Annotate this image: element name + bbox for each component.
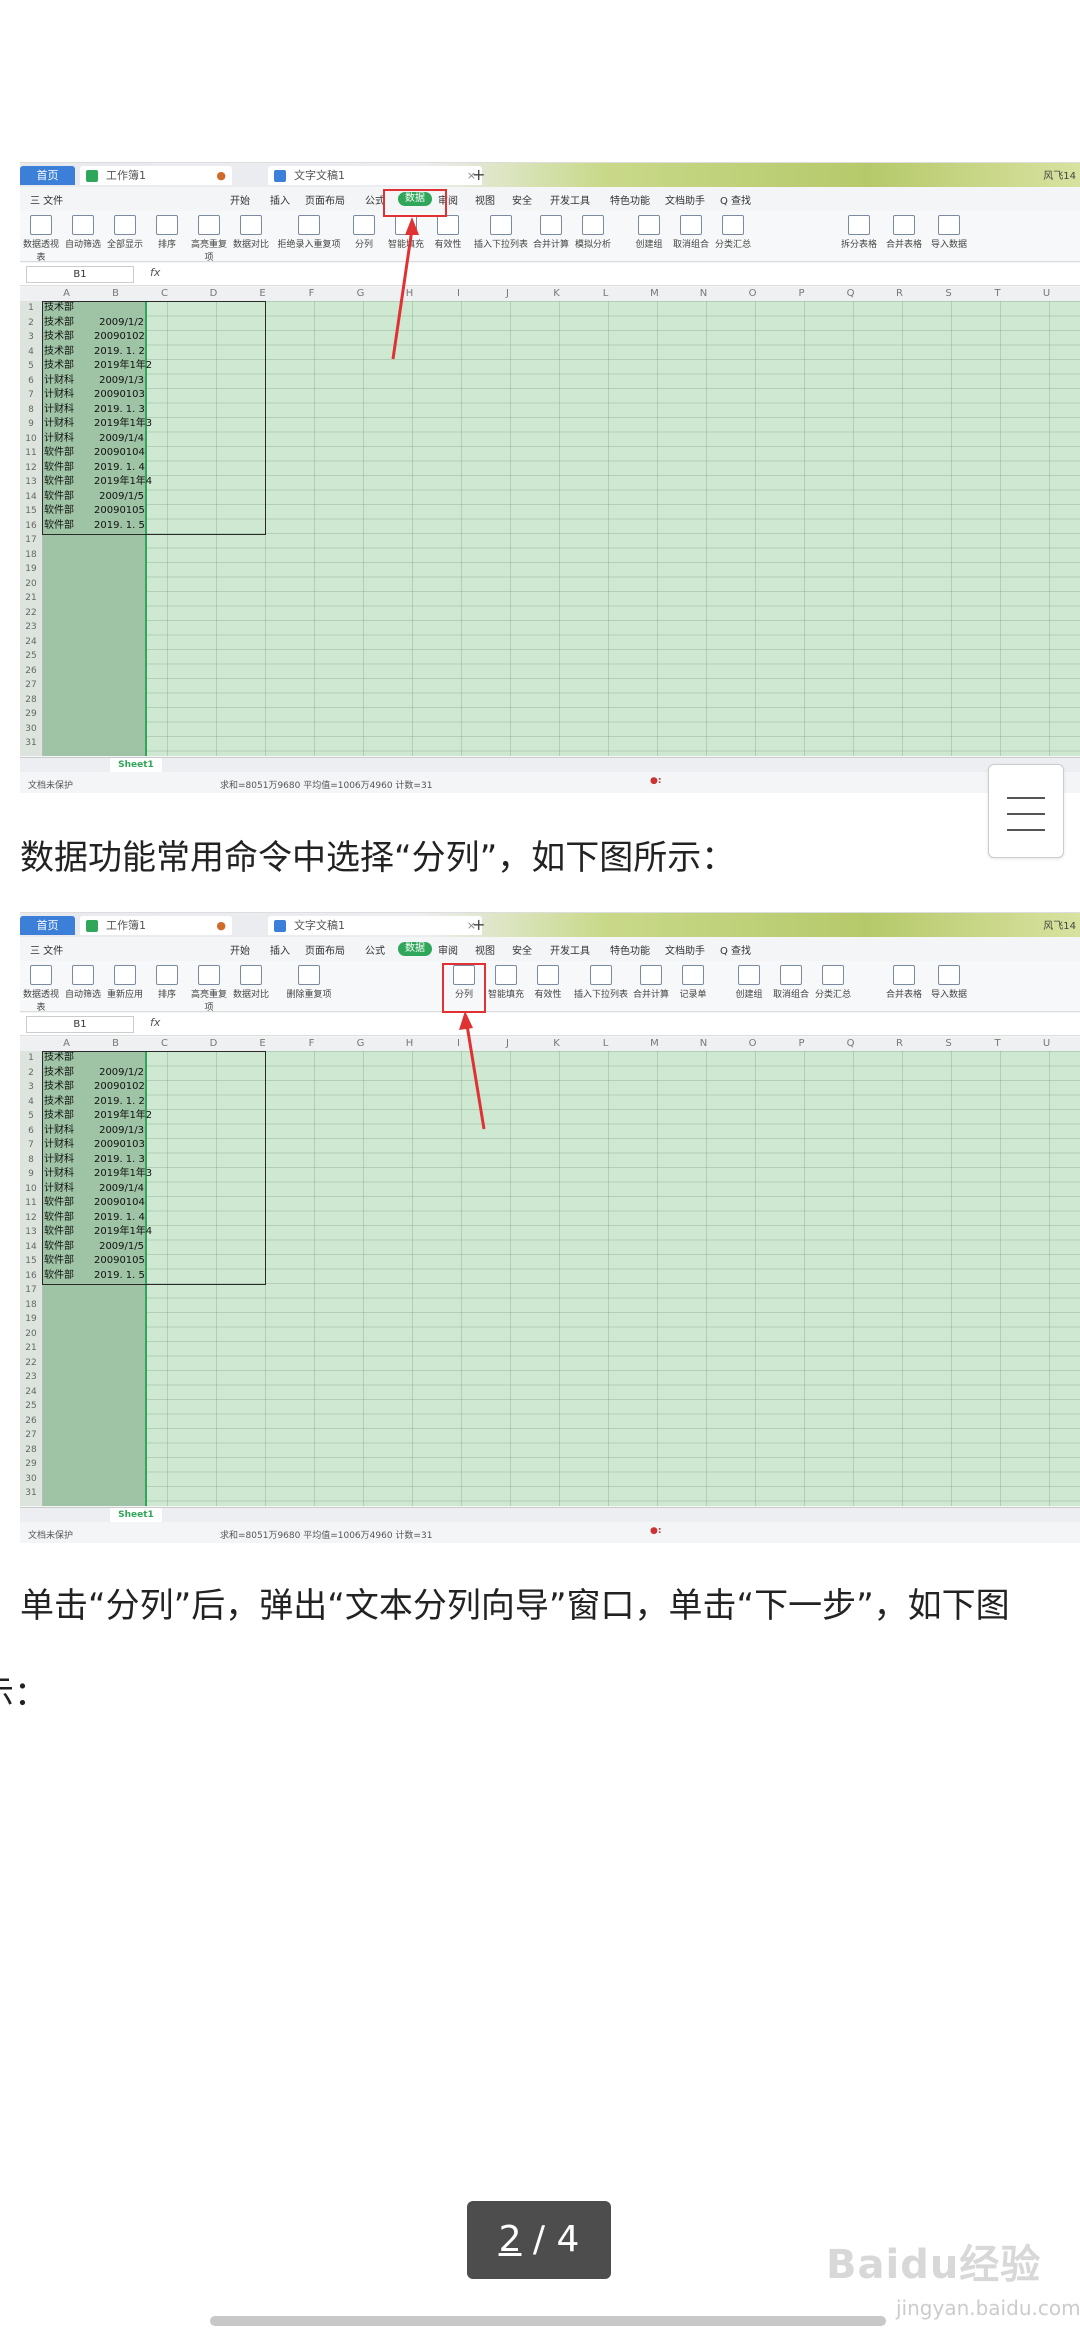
page-current: 2 [498,2219,522,2260]
page-separator: / [521,2219,557,2260]
baidu-watermark-url: jingyan.baidu.com [896,2296,1080,2320]
pointer-arrow [391,217,419,360]
horizontal-scrollbar[interactable] [210,2316,886,2326]
page-indicator[interactable]: 2 / 4 [467,2201,611,2279]
caption-2: 单击“分列”后，弹出“文本分列向导”窗口，单击“下一步”，如下图 [20,1586,1010,1626]
pointer-arrow [459,1011,486,1130]
baidu-watermark: Baidu经验 [826,2242,1042,2288]
menu-icon[interactable] [988,764,1064,858]
page-total: 4 [556,2219,580,2260]
spreadsheet-screenshot-1: 首页 工作簿1 ● 文字文稿1 × + 风飞14 三 文件 开始 插入 页面布局 公… [20,162,1080,793]
caption-2-continued: 示： [0,1674,48,1714]
caption-1: 数据功能常用命令中选择“分列”，如下图所示： [20,838,736,878]
spreadsheet-screenshot-2: 首页 工作簿1 ● 文字文稿1 × + 风飞14 三 文件 开始 插入 页面布局 公… [20,912,1080,1543]
